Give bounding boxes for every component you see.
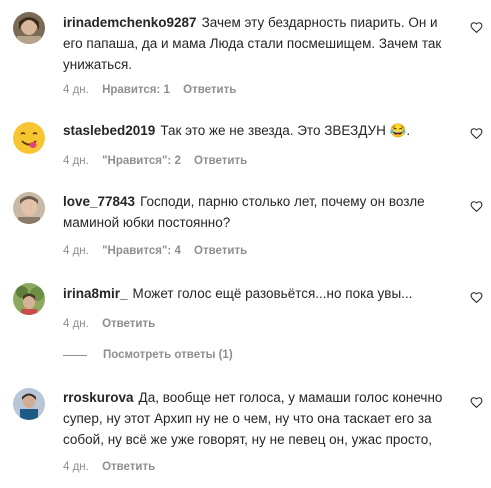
avatar[interactable] — [13, 192, 45, 224]
comment-time[interactable]: 4 дн. — [63, 318, 89, 330]
reply-button[interactable]: Ответить — [102, 318, 155, 330]
heart-icon[interactable] — [470, 127, 483, 140]
comment-text-block: love_77843 Господи, парню столько лет, по… — [63, 191, 453, 233]
comment-meta: 4 дн. Ответить — [63, 461, 165, 473]
heart-icon[interactable] — [470, 291, 483, 304]
comment-time[interactable]: 4 дн. — [63, 461, 89, 473]
reply-button[interactable]: Ответить — [194, 155, 247, 167]
comment-username[interactable]: irina8mir_ — [63, 286, 128, 301]
view-replies-label: Посмотреть ответы (1) — [103, 349, 233, 361]
comment-username[interactable]: irinademchenko9287 — [63, 15, 197, 30]
comment-text-block: irina8mir_ Может голос ещё разовьётся...н… — [63, 283, 453, 304]
comment-text-block: staslebed2019 Так это же не звезда. Это З… — [63, 120, 453, 141]
comment-meta: 4 дн. Нравится: 1 Ответить — [63, 84, 246, 96]
comment-username[interactable]: rroskurova — [63, 390, 134, 405]
comment-time[interactable]: 4 дн. — [63, 84, 89, 96]
comment-username[interactable]: staslebed2019 — [63, 123, 155, 138]
reply-button[interactable]: Ответить — [183, 84, 236, 96]
comment-meta: 4 дн. "Нравится": 2 Ответить — [63, 155, 257, 167]
reply-button[interactable]: Ответить — [102, 461, 155, 473]
heart-icon[interactable] — [470, 396, 483, 409]
avatar[interactable] — [13, 388, 45, 420]
heart-icon[interactable] — [470, 200, 483, 213]
view-replies-button[interactable]: Посмотреть ответы (1) — [63, 349, 233, 361]
likes-count[interactable]: "Нравится": 2 — [102, 155, 181, 167]
comment-username[interactable]: love_77843 — [63, 194, 135, 209]
reply-button[interactable]: Ответить — [194, 245, 247, 257]
avatar[interactable] — [13, 122, 45, 154]
comment-time[interactable]: 4 дн. — [63, 245, 89, 257]
comment-meta: 4 дн. Ответить — [63, 318, 165, 330]
likes-count[interactable]: "Нравится": 4 — [102, 245, 181, 257]
comment-text-block: irinademchenko9287 Зачем эту бездарность … — [63, 12, 453, 75]
comment-body: Так это же не звезда. Это ЗВЕЗДУН 😂. — [160, 123, 411, 138]
avatar[interactable] — [13, 12, 45, 44]
avatar[interactable] — [13, 283, 45, 315]
comment-meta: 4 дн. "Нравится": 4 Ответить — [63, 245, 257, 257]
heart-icon[interactable] — [470, 21, 483, 34]
comment-body: Может голос ещё разовьётся...но пока увы… — [132, 286, 413, 301]
likes-count[interactable]: Нравится: 1 — [102, 84, 170, 96]
comment-text-block: rroskurova Да, вообще нет голоса, у мамаш… — [63, 387, 453, 450]
divider-line — [63, 354, 87, 356]
comment-time[interactable]: 4 дн. — [63, 155, 89, 167]
